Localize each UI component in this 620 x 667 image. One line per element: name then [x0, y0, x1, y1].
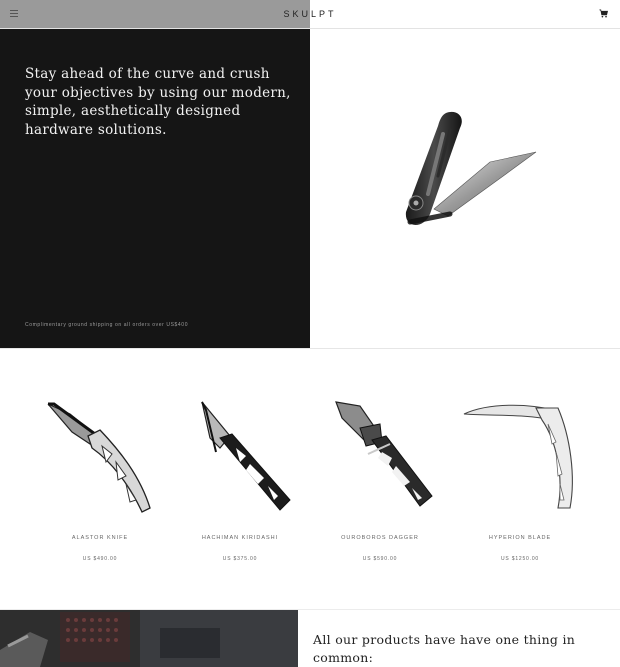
product-name[interactable]: OUROBOROS DAGGER — [310, 535, 450, 541]
ouroboros-dagger-image — [335, 401, 433, 507]
workshop-image — [0, 610, 298, 667]
product-price: US $590.00 — [362, 556, 398, 562]
section-divider — [0, 348, 620, 349]
product-card-hachiman[interactable]: HACHIMAN KIRIDASHI US $375.00 — [170, 396, 310, 571]
header-left-panel — [0, 0, 310, 28]
product-name[interactable]: HYPERION BLADE — [450, 535, 590, 541]
site-header: SKULPT — [0, 0, 620, 29]
shipping-note: Complimentary ground shipping on all ord… — [25, 322, 189, 328]
product-card-hyperion[interactable]: HYPERION BLADE US $1250.00 — [450, 396, 590, 571]
hamburger-menu-icon[interactable] — [10, 10, 18, 17]
hero-dark-panel: Stay ahead of the curve and crush your o… — [0, 29, 310, 348]
product-price: US $490.00 — [82, 556, 118, 562]
shopping-cart-icon[interactable] — [599, 9, 608, 18]
product-price: US $1250.00 — [501, 556, 539, 562]
product-name[interactable]: HACHIMAN KIRIDASHI — [170, 535, 310, 541]
folding-knife-image — [405, 111, 537, 226]
product-card-ouroboros[interactable]: OUROBOROS DAGGER US $590.00 — [310, 396, 450, 571]
alastor-knife-image — [47, 402, 151, 513]
product-card-alastor[interactable]: ALASTOR KNIFE US $490.00 — [30, 396, 170, 571]
hachiman-kiridashi-image — [201, 401, 291, 511]
product-name[interactable]: ALASTOR KNIFE — [30, 535, 170, 541]
section-heading: All our products have have one thing in … — [313, 632, 576, 665]
hero-image-panel — [310, 29, 620, 348]
product-price: US $375.00 — [222, 556, 258, 562]
hero-heading: Stay ahead of the curve and crush your o… — [25, 66, 291, 138]
hyperion-blade-image — [463, 404, 573, 509]
